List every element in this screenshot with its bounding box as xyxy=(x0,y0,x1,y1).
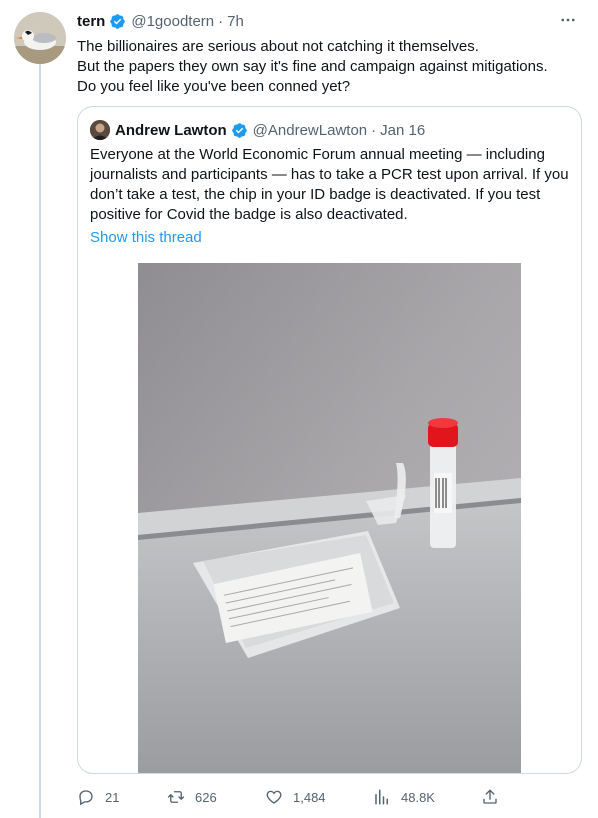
thread-connector-line xyxy=(39,64,41,818)
pcr-test-kit-photo xyxy=(138,263,521,773)
author-name[interactable]: tern xyxy=(77,13,105,30)
quoted-text-line: positive for Covid the badge is also dea… xyxy=(90,206,408,223)
separator-dot: · xyxy=(371,121,377,139)
quoted-tweet-photo[interactable] xyxy=(138,263,521,773)
quoted-tweet-header: Andrew Lawton @AndrewLawton · Jan 16 xyxy=(90,120,425,140)
share-button[interactable] xyxy=(481,786,499,808)
views-count: 48.8K xyxy=(401,789,435,805)
heart-icon xyxy=(266,790,282,804)
retweet-button[interactable]: 626 xyxy=(167,786,217,808)
tern-avatar-image xyxy=(14,12,66,64)
more-options-button[interactable] xyxy=(556,10,580,30)
reply-button[interactable]: 21 xyxy=(77,786,119,808)
tweet-time[interactable]: 7h xyxy=(227,13,244,30)
reply-icon xyxy=(79,790,93,806)
tweet-header: tern @1goodtern · 7h xyxy=(77,13,244,30)
show-thread-link[interactable]: Show this thread xyxy=(90,229,202,246)
tweet-text-line: Do you feel like you've been conned yet? xyxy=(77,78,351,95)
views-icon xyxy=(375,789,388,805)
more-options-icon xyxy=(561,18,575,22)
quoted-tweet-card[interactable]: Andrew Lawton @AndrewLawton · Jan 16 Eve… xyxy=(77,106,582,774)
tweet-text: The billionaires are serious about not c… xyxy=(77,37,582,97)
quoted-author-avatar[interactable] xyxy=(90,120,110,140)
author-handle[interactable]: @1goodtern xyxy=(131,13,214,30)
quoted-author-name[interactable]: Andrew Lawton xyxy=(115,122,227,139)
quoted-text-line: don’t take a test, the chip in your ID b… xyxy=(90,186,541,203)
verified-badge-icon xyxy=(110,14,126,29)
retweet-count: 626 xyxy=(195,789,217,805)
views-button[interactable]: 48.8K xyxy=(373,786,435,808)
quoted-author-handle[interactable]: @AndrewLawton xyxy=(253,122,367,139)
retweet-icon xyxy=(167,791,185,803)
reply-count: 21 xyxy=(105,789,120,805)
quoted-tweet-text: Everyone at the World Economic Forum ann… xyxy=(90,145,570,225)
quoted-text-line: journalists and participants — has to ta… xyxy=(90,166,569,183)
avatar[interactable] xyxy=(14,12,66,64)
share-icon xyxy=(483,789,497,804)
verified-badge-icon xyxy=(231,122,247,138)
like-button[interactable]: 1,484 xyxy=(265,786,326,808)
tweet-actions-bar: 21 626 1,484 48.8K xyxy=(77,786,507,808)
quoted-avatar-image xyxy=(90,120,110,140)
tweet-text-line: The billionaires are serious about not c… xyxy=(77,38,479,55)
tweet-text-line: But the papers they own say it's fine an… xyxy=(77,58,548,75)
separator-dot: · xyxy=(218,13,224,30)
quoted-tweet-time[interactable]: Jan 16 xyxy=(380,122,425,139)
like-count: 1,484 xyxy=(293,789,326,805)
quoted-text-line: Everyone at the World Economic Forum ann… xyxy=(90,146,545,163)
